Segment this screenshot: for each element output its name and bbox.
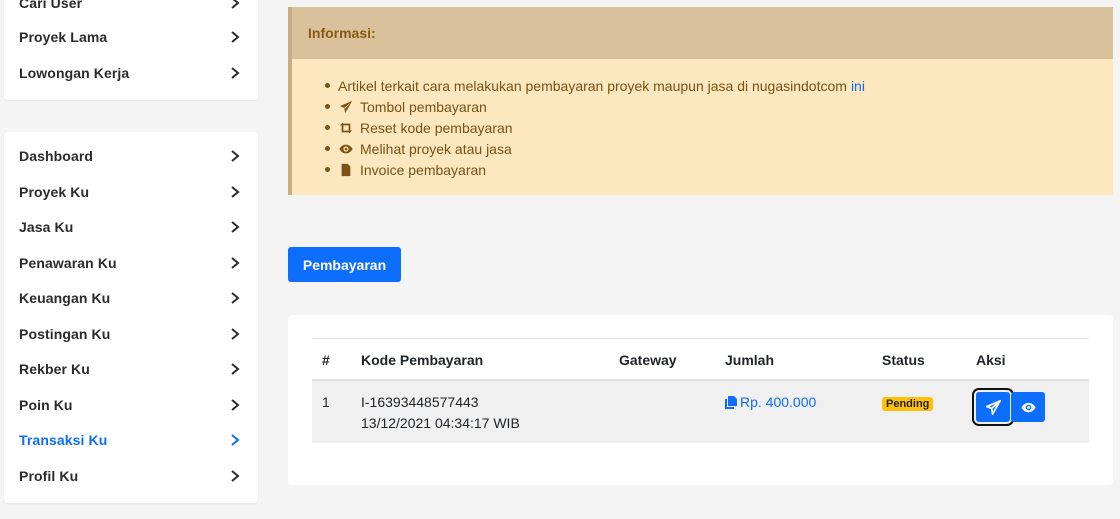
row-number: 1	[322, 394, 330, 410]
info-item-view: Melihat proyek atau jasa	[325, 138, 1113, 159]
view-action-button[interactable]	[1011, 392, 1045, 422]
table-row: 1 I-16393448577443 13/12/2021 04:34:17 W…	[312, 381, 1089, 443]
chevron-right-icon	[228, 220, 242, 234]
status-badge: Pending	[882, 397, 934, 411]
sidebar-item-postingan-ku[interactable]: Postingan Ku	[4, 317, 258, 351]
pay-action-button[interactable]	[972, 388, 1014, 426]
sidebar-item-penawaran-ku[interactable]: Penawaran Ku	[4, 246, 258, 280]
sidebar-item-label: Transaksi Ku	[19, 432, 108, 448]
eye-icon	[1020, 402, 1036, 412]
col-header-num: #	[322, 352, 330, 368]
info-title: Informasi:	[308, 25, 376, 41]
info-item-reset: Reset kode pembayaran	[325, 117, 1113, 138]
retweet-icon	[338, 121, 354, 135]
sidebar-item-label: Poin Ku	[19, 397, 73, 413]
amount-link[interactable]: Rp. 400.000	[725, 392, 816, 412]
sidebar-item-keuangan-ku[interactable]: Keuangan Ku	[4, 281, 258, 315]
bullet	[325, 146, 330, 151]
file-icon	[338, 163, 354, 177]
pembayaran-button[interactable]: Pembayaran	[288, 247, 401, 282]
sidebar-item-label: Lowongan Kerja	[19, 65, 130, 81]
eye-icon	[338, 142, 354, 156]
sidebar-item-transaksi-ku[interactable]: Transaksi Ku	[4, 423, 258, 457]
amount-value: Rp. 400.000	[740, 394, 817, 410]
chevron-right-icon	[228, 185, 242, 199]
chevron-right-icon	[228, 30, 242, 44]
chevron-right-icon	[228, 66, 242, 80]
status-cell: Pending	[882, 392, 934, 414]
sidebar-item-label: Cari User	[19, 0, 83, 11]
copy-icon	[725, 395, 737, 409]
col-header-aksi: Aksi	[976, 352, 1006, 368]
paper-plane-icon	[338, 100, 354, 114]
info-item-text: Reset kode pembayaran	[360, 119, 513, 136]
info-item-pay-button: Tombol pembayaran	[325, 96, 1113, 117]
col-header-jumlah: Jumlah	[725, 352, 775, 368]
transactions-card: # Kode Pembayaran Gateway Jumlah Status …	[288, 315, 1113, 485]
bullet	[325, 104, 330, 109]
sidebar-item-label: Penawaran Ku	[19, 255, 117, 271]
info-header: Informasi:	[292, 7, 1113, 59]
sidebar-item-label: Proyek Lama	[19, 29, 108, 45]
transactions-table: # Kode Pembayaran Gateway Jumlah Status …	[312, 338, 1089, 443]
info-item-invoice: Invoice pembayaran	[325, 159, 1113, 180]
bullet	[325, 167, 330, 172]
col-header-kode: Kode Pembayaran	[361, 352, 484, 368]
col-header-gateway: Gateway	[619, 352, 677, 368]
chevron-right-icon	[228, 362, 242, 376]
article-link[interactable]: ini	[851, 78, 865, 94]
sidebar-item-profil-ku[interactable]: Profil Ku	[4, 459, 258, 493]
sidebar-item-label: Profil Ku	[19, 468, 79, 484]
sidebar-item-label: Proyek Ku	[19, 184, 90, 200]
paper-plane-icon	[985, 399, 1001, 415]
sidebar-item-poin-ku[interactable]: Poin Ku	[4, 388, 258, 422]
sidebar-item-proyek-ku[interactable]: Proyek Ku	[4, 175, 258, 209]
info-item-text: Melihat proyek atau jasa	[360, 140, 512, 157]
sidebar-item-dashboard[interactable]: Dashboard	[4, 139, 258, 173]
sidebar-item-cari-user[interactable]: Cari User	[4, 0, 258, 20]
info-item-text: Tombol pembayaran	[360, 98, 487, 115]
chevron-right-icon	[228, 327, 242, 341]
bullet	[325, 125, 330, 130]
sidebar-item-label: Postingan Ku	[19, 326, 111, 342]
info-item-text: Artikel terkait cara melakukan pembayara…	[338, 77, 847, 94]
chevron-right-icon	[228, 433, 242, 447]
sidebar-item-label: Jasa Ku	[19, 219, 74, 235]
sidebar-item-proyek-lama[interactable]: Proyek Lama	[4, 20, 258, 54]
bullet	[325, 83, 330, 88]
chevron-right-icon	[228, 256, 242, 270]
chevron-right-icon	[228, 0, 242, 10]
info-alert: Informasi: Artikel terkait cara melakuka…	[288, 7, 1113, 195]
sidebar-item-lowongan-kerja[interactable]: Lowongan Kerja	[4, 56, 258, 90]
sidebar-item-label: Rekber Ku	[19, 361, 90, 377]
table-header: # Kode Pembayaran Gateway Jumlah Status …	[312, 338, 1089, 381]
col-header-status: Status	[882, 352, 925, 368]
sidebar-top-card: Cari User Proyek Lama Lowongan Kerja	[4, 0, 258, 100]
sidebar-main-card: Dashboard Proyek Ku Jasa Ku Penawaran Ku…	[4, 132, 258, 503]
chevron-right-icon	[228, 149, 242, 163]
chevron-right-icon	[228, 291, 242, 305]
chevron-right-icon	[228, 469, 242, 483]
chevron-right-icon	[228, 398, 242, 412]
info-item-article: Artikel terkait cara melakukan pembayara…	[325, 75, 1113, 96]
info-list: Artikel terkait cara melakukan pembayara…	[292, 59, 1113, 180]
payment-code: I-16393448577443	[361, 394, 479, 410]
sidebar-item-label: Dashboard	[19, 148, 94, 164]
sidebar-item-jasa-ku[interactable]: Jasa Ku	[4, 210, 258, 244]
sidebar-item-rekber-ku[interactable]: Rekber Ku	[4, 352, 258, 386]
sidebar-item-label: Keuangan Ku	[19, 290, 111, 306]
info-item-text: Invoice pembayaran	[360, 161, 487, 178]
payment-date: 13/12/2021 04:34:17 WIB	[361, 415, 520, 431]
